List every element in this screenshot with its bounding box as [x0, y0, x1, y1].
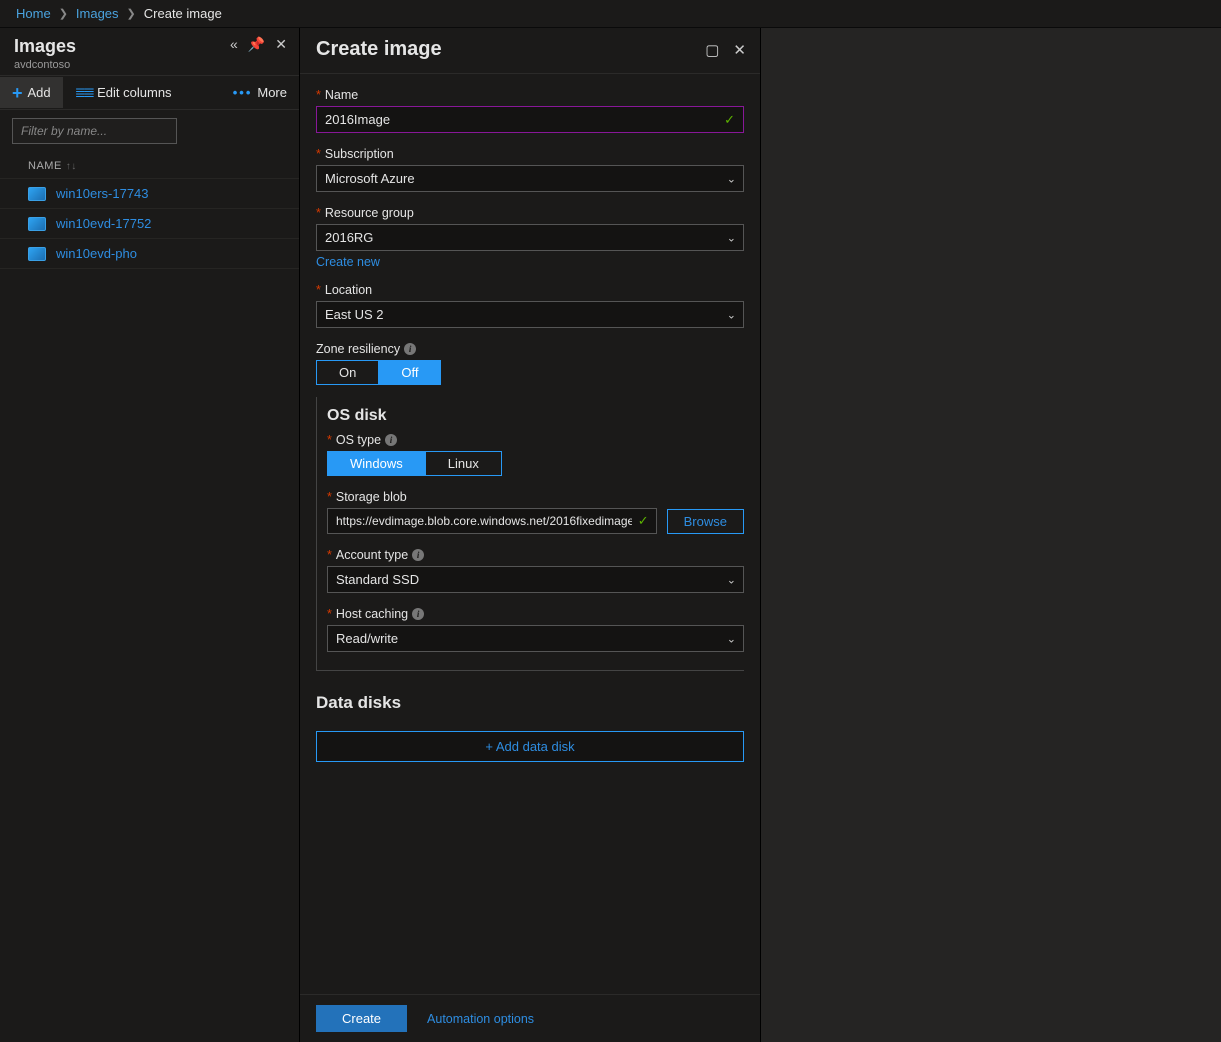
- subscription-label: Subscription: [325, 147, 394, 161]
- add-data-disk-button[interactable]: + Add data disk: [316, 731, 744, 762]
- plus-icon: +: [12, 86, 23, 100]
- images-panel: Images avdcontoso « 📌 ✕ + Add ≣≣ Edit co…: [0, 28, 300, 1042]
- host-caching-select[interactable]: Read/write: [327, 625, 744, 652]
- list-item-label: win10ers-17743: [56, 186, 149, 201]
- maximize-icon[interactable]: ▢: [705, 41, 719, 59]
- breadcrumb-current: Create image: [144, 6, 222, 21]
- list-item[interactable]: win10evd-pho: [0, 239, 299, 269]
- location-label: Location: [325, 283, 372, 297]
- breadcrumb-home[interactable]: Home: [16, 6, 51, 21]
- image-icon: [28, 187, 46, 201]
- sort-icon: ↑↓: [62, 161, 77, 172]
- add-label: Add: [28, 85, 51, 100]
- zone-resiliency-label: Zone resiliency: [316, 342, 400, 356]
- breadcrumb-images[interactable]: Images: [76, 6, 119, 21]
- browse-button[interactable]: Browse: [667, 509, 744, 534]
- image-icon: [28, 217, 46, 231]
- resource-group-label: Resource group: [325, 206, 414, 220]
- automation-options-link[interactable]: Automation options: [427, 1012, 534, 1026]
- close-icon[interactable]: ✕: [733, 41, 746, 59]
- check-icon: ✓: [724, 112, 735, 128]
- storage-blob-input[interactable]: [327, 508, 657, 534]
- create-new-link[interactable]: Create new: [316, 255, 380, 269]
- panel-title: Images: [14, 36, 76, 57]
- filter-input[interactable]: [12, 118, 177, 144]
- more-icon: •••: [233, 85, 253, 100]
- columns-icon: ≣≣: [75, 84, 92, 101]
- os-type-linux[interactable]: Linux: [425, 452, 501, 475]
- zone-off-option[interactable]: Off: [378, 361, 440, 384]
- info-icon[interactable]: i: [385, 434, 397, 446]
- name-input[interactable]: [317, 107, 743, 132]
- location-select[interactable]: East US 2: [316, 301, 744, 328]
- chevron-right-icon: ❯: [59, 7, 68, 20]
- blade-title: Create image: [316, 38, 442, 61]
- panel-subtitle: avdcontoso: [14, 59, 76, 71]
- create-image-blade: Create image ▢ ✕ *Name ✓ *Subscription M…: [300, 28, 761, 1042]
- info-icon[interactable]: i: [412, 608, 424, 620]
- info-icon[interactable]: i: [404, 343, 416, 355]
- breadcrumb: Home ❯ Images ❯ Create image: [0, 0, 1221, 28]
- image-icon: [28, 247, 46, 261]
- subscription-select[interactable]: Microsoft Azure: [316, 165, 744, 192]
- storage-blob-label: Storage blob: [336, 490, 407, 504]
- list-item-label: win10evd-pho: [56, 246, 137, 261]
- collapse-icon[interactable]: «: [230, 36, 238, 53]
- zone-resiliency-toggle: On Off: [316, 360, 441, 385]
- chevron-right-icon: ❯: [127, 7, 136, 20]
- edit-columns-button[interactable]: ≣≣ Edit columns: [63, 76, 184, 109]
- zone-on-option[interactable]: On: [317, 361, 378, 384]
- info-icon[interactable]: i: [412, 549, 424, 561]
- list-item[interactable]: win10evd-17752: [0, 209, 299, 239]
- os-type-toggle: Windows Linux: [327, 451, 502, 476]
- os-disk-title: OS disk: [327, 407, 744, 425]
- name-label: Name: [325, 88, 358, 102]
- more-label: More: [257, 85, 287, 100]
- close-icon[interactable]: ✕: [275, 36, 287, 53]
- resource-group-select[interactable]: 2016RG: [316, 224, 744, 251]
- add-button[interactable]: + Add: [0, 77, 63, 108]
- host-caching-label: Host caching: [336, 607, 408, 621]
- os-type-label: OS type: [336, 433, 381, 447]
- list-item-label: win10evd-17752: [56, 216, 151, 231]
- column-header-name[interactable]: NAME↑↓: [0, 152, 299, 178]
- data-disks-title: Data disks: [316, 693, 744, 713]
- os-disk-section: OS disk *OS type i Windows Linux *Storag…: [316, 397, 744, 671]
- create-button[interactable]: Create: [316, 1005, 407, 1032]
- pin-icon[interactable]: 📌: [248, 36, 265, 53]
- check-icon: ✓: [638, 513, 649, 529]
- account-type-select[interactable]: Standard SSD: [327, 566, 744, 593]
- more-button[interactable]: ••• More: [221, 77, 299, 108]
- edit-columns-label: Edit columns: [97, 85, 171, 100]
- os-type-windows[interactable]: Windows: [328, 452, 425, 475]
- list-item[interactable]: win10ers-17743: [0, 178, 299, 209]
- empty-workspace: [761, 28, 1221, 1042]
- account-type-label: Account type: [336, 548, 408, 562]
